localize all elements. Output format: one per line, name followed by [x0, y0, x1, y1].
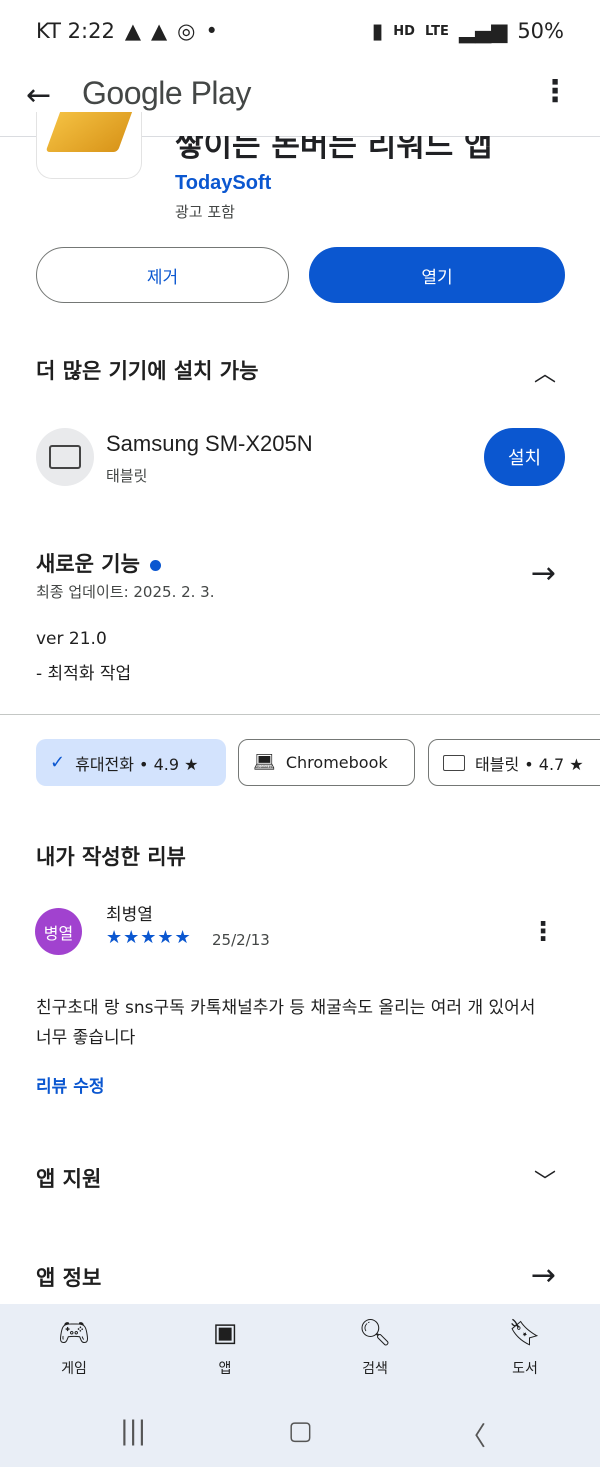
- sync-icon: ◎: [177, 19, 196, 43]
- battery-saver-icon: ▮: [371, 19, 384, 43]
- nav-search[interactable]: 🔍︎ 검색: [325, 1318, 425, 1378]
- warning-icon: ▲: [124, 19, 141, 43]
- bottom-nav: 🎮︎ 게임 ▣ 앱 🔍︎ 검색 🔖︎ 도서: [0, 1304, 600, 1398]
- review-text: 친구초대 랑 sns구독 카톡채널추가 등 채굴속도 올리는 여러 개 있어서 …: [36, 998, 536, 1048]
- app-support-heading[interactable]: 앱 지원: [36, 1163, 101, 1193]
- more-options-icon[interactable]: ⋮: [540, 74, 570, 109]
- my-review-heading: 내가 작성한 리뷰: [36, 845, 186, 869]
- carrier-time: KT 2:22: [36, 19, 115, 43]
- battery-level: 50%: [517, 19, 564, 43]
- nav-label: 게임: [61, 1361, 87, 1377]
- whats-new-heading[interactable]: 새로운 기능: [36, 548, 161, 578]
- review-more-icon[interactable]: ⋮: [530, 917, 556, 947]
- developer-link[interactable]: TodaySoft: [175, 172, 271, 195]
- nav-games[interactable]: 🎮︎ 게임: [24, 1318, 124, 1378]
- device-name: Samsung SM-X205N: [106, 431, 313, 456]
- recents-icon[interactable]: |||: [120, 1416, 146, 1446]
- back-nav-icon[interactable]: 〈: [460, 1416, 486, 1453]
- status-bar: KT 2:22 ▲ ▲ ◎ • ▮ HD LTE ▂▄▆ 50%: [0, 0, 600, 64]
- release-notes: - 최적화 작업: [36, 664, 132, 684]
- arrow-right-icon[interactable]: →: [531, 556, 556, 591]
- chip-tablet[interactable]: 태블릿 • 4.7 ★: [428, 739, 600, 786]
- edit-review-link[interactable]: 리뷰 수정: [36, 1072, 104, 1097]
- chip-label: 휴대전화 • 4.9 ★: [75, 754, 199, 774]
- app-icon: [36, 112, 142, 179]
- tablet-icon: [443, 754, 465, 771]
- version-text: ver 21.0: [36, 629, 107, 649]
- chevron-up-icon[interactable]: ︿: [534, 356, 556, 388]
- avatar: 병열: [35, 908, 82, 955]
- install-button[interactable]: 설치: [484, 428, 565, 486]
- search-icon: 🔍︎: [358, 1318, 392, 1348]
- gamepad-icon: 🎮︎: [57, 1318, 91, 1348]
- divider: [0, 714, 600, 715]
- nav-books[interactable]: 🔖︎ 도서: [475, 1318, 575, 1378]
- app-info-heading[interactable]: 앱 정보: [36, 1262, 101, 1292]
- status-left: KT 2:22 ▲ ▲ ◎ •: [36, 19, 218, 43]
- warning-icon: ▲: [150, 19, 168, 43]
- system-nav-bar: ||| ▢ 〈: [0, 1398, 600, 1467]
- whats-new-label: 새로운 기능: [36, 552, 140, 576]
- arrow-right-icon[interactable]: →: [531, 1258, 556, 1293]
- book-icon: 🔖︎: [508, 1318, 542, 1348]
- contains-ads-label: 광고 포함: [175, 203, 235, 221]
- chip-label: 태블릿 • 4.7 ★: [475, 754, 584, 774]
- store-title: Google Play: [82, 75, 251, 111]
- open-button[interactable]: 열기: [309, 247, 565, 303]
- review-date: 25/2/13: [212, 931, 270, 949]
- uninstall-button[interactable]: 제거: [36, 247, 289, 303]
- nav-label: 앱: [218, 1361, 232, 1377]
- nav-label: 도서: [512, 1361, 538, 1377]
- nav-label: 검색: [362, 1361, 388, 1377]
- back-arrow-icon[interactable]: ←: [26, 78, 51, 113]
- chip-phone[interactable]: ✓ 휴대전화 • 4.9 ★: [36, 739, 226, 786]
- last-updated: 최종 업데이트: 2025. 2. 3.: [36, 583, 215, 601]
- tablet-device-icon: [36, 428, 94, 486]
- chevron-down-icon[interactable]: ﹀: [534, 1164, 556, 1196]
- status-right: ▮ HD LTE ▂▄▆ 50%: [372, 19, 564, 43]
- hd-icon: HD: [393, 23, 415, 39]
- lte-icon: LTE: [424, 23, 449, 39]
- new-dot-icon: [149, 559, 161, 571]
- chip-label: Chromebook: [285, 753, 388, 772]
- reviewer-name: 최병열: [106, 905, 153, 925]
- apps-grid-icon: ▣: [212, 1318, 238, 1348]
- rating-stars: ★★★★★: [106, 927, 192, 948]
- dot-icon: •: [205, 19, 218, 43]
- more-devices-heading: 더 많은 기기에 설치 가능: [36, 359, 259, 383]
- device-type: 태블릿: [106, 467, 148, 485]
- signal-icon: ▂▄▆: [458, 19, 508, 43]
- laptop-icon: 💻︎: [253, 752, 276, 773]
- check-icon: ✓: [50, 752, 66, 773]
- nav-apps[interactable]: ▣ 앱: [175, 1318, 275, 1378]
- home-icon[interactable]: ▢: [288, 1416, 313, 1446]
- chip-chromebook[interactable]: 💻︎ Chromebook: [238, 739, 415, 786]
